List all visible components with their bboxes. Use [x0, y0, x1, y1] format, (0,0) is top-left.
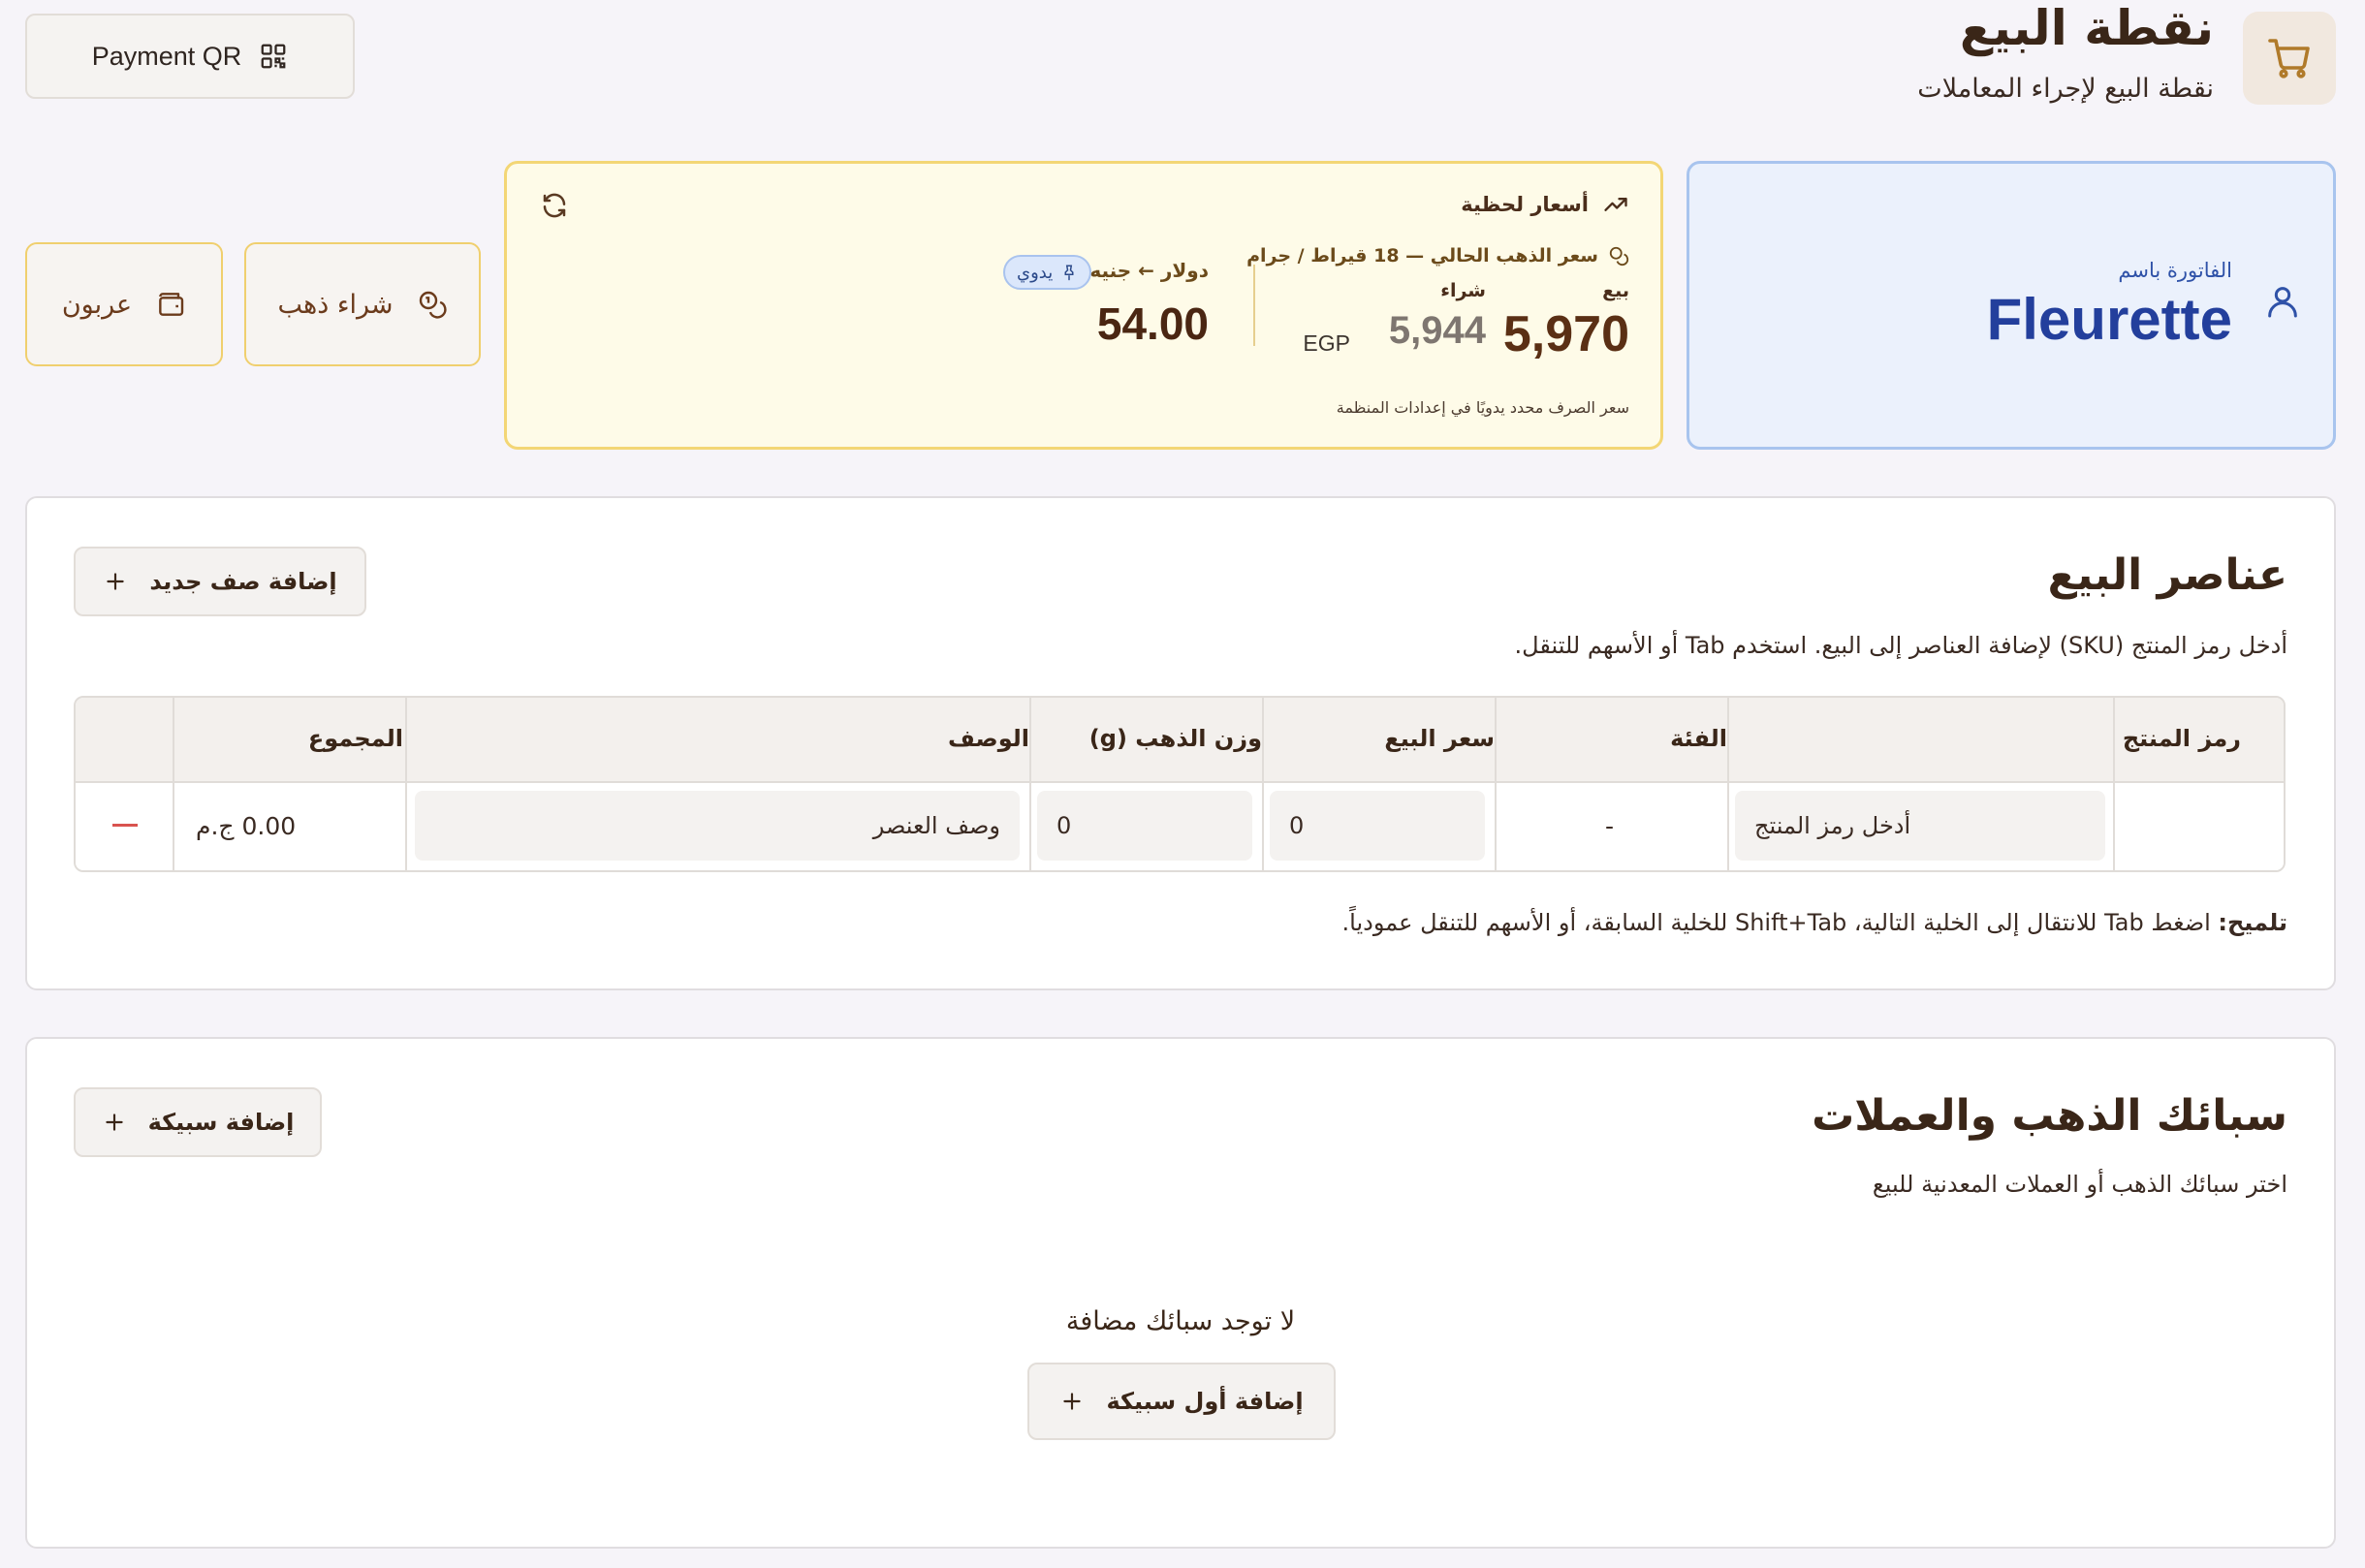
usd-egp-label: دولار ← جنيه [1089, 259, 1209, 282]
description-placeholder: وصف العنصر [872, 812, 1000, 839]
manual-rate-badge: يدوي [1003, 255, 1092, 290]
column-header-weight: وزن الذهب (g) [1088, 725, 1262, 752]
sku-input[interactable]: أدخل رمز المنتج [1735, 791, 2105, 861]
column-header-sku: رمز المنتج [2122, 725, 2241, 752]
add-row-label: إضافة صف جديد [149, 568, 337, 595]
user-icon [2263, 280, 2302, 323]
live-prices-title: أسعار لحظية [1461, 191, 1629, 218]
price-value: 0 [1289, 812, 1305, 839]
sell-price-value: 5,970 [1502, 306, 1629, 362]
live-prices-card: أسعار لحظية سعر الذهب الحالي — 18 قيراط … [504, 161, 1663, 450]
pin-icon [1060, 264, 1078, 281]
price-input[interactable]: 0 [1270, 791, 1485, 861]
usd-rate-value: 54.00 [1096, 298, 1209, 349]
invoice-to-label: الفاتورة باسم [2118, 259, 2232, 282]
add-first-bar-label: إضافة أول سبيكة [1106, 1388, 1304, 1415]
sell-label: بيع [1602, 280, 1629, 301]
empty-bars-message: لا توجد سبائك مضافة [1065, 1306, 1296, 1336]
gold-bars-description: اختر سبائك الذهب أو العملات المعدنية للب… [1872, 1171, 2287, 1198]
column-header-price: سعر البيع [1384, 725, 1495, 752]
plus-icon [103, 569, 128, 594]
rate-note: سعر الصرف محدد يدويًا في إعدادات المنظمة [1336, 398, 1629, 417]
keyboard-hint: تلميح: اضغط Tab للانتقال إلى الخلية التا… [1342, 909, 2287, 936]
manual-badge-label: يدوي [1017, 262, 1054, 283]
column-header-category: الفئة [1670, 725, 1727, 752]
qr-code-icon [259, 42, 288, 71]
buy-label: شراء [1440, 280, 1486, 301]
gold-bars-panel: سبائك الذهب والعملات اختر سبائك الذهب أو… [25, 1037, 2336, 1549]
plus-icon [1059, 1389, 1085, 1414]
weight-value: 0 [1056, 812, 1072, 839]
gold-price-heading: سعر الذهب الحالي — 18 قيراط / جرام [1246, 245, 1629, 267]
deposit-button[interactable]: عربون [25, 242, 223, 366]
trending-up-icon [1602, 191, 1629, 218]
weight-input[interactable]: 0 [1037, 791, 1252, 861]
column-divider [1727, 698, 1729, 870]
wallet-icon [155, 289, 186, 320]
remove-row-button[interactable] [112, 824, 138, 827]
add-bar-button[interactable]: إضافة سبيكة [74, 1087, 322, 1157]
currency-label: EGP [1303, 330, 1350, 356]
column-divider [173, 698, 174, 870]
sale-items-title: عناصر البيع [2047, 550, 2287, 600]
deposit-label: عربون [61, 289, 133, 320]
row-total: 0.00 ج.م [196, 812, 297, 840]
coins-icon [417, 289, 448, 320]
hint-text: اضغط Tab للانتقال إلى الخلية التالية، Sh… [1341, 909, 2219, 936]
cart-icon [2243, 12, 2336, 105]
coins-icon [1608, 245, 1629, 267]
prices-divider [1253, 265, 1255, 346]
sale-items-panel: عناصر البيع أدخل رمز المنتج (SKU) لإضافة… [25, 496, 2336, 990]
column-divider [1029, 698, 1031, 870]
customer-name: Fleurette [1986, 287, 2232, 352]
description-input[interactable]: وصف العنصر [415, 791, 1020, 861]
invoice-customer-card[interactable]: الفاتورة باسم Fleurette [1687, 161, 2336, 450]
category-value: - [1605, 812, 1615, 840]
column-header-total: المجموع [307, 725, 403, 752]
column-divider [1495, 698, 1497, 870]
refresh-icon[interactable] [540, 191, 569, 220]
sale-items-table: رمز المنتج الفئة سعر البيع وزن الذهب (g)… [74, 696, 2286, 872]
buy-price-value: 5,944 [1388, 309, 1486, 352]
sku-placeholder: أدخل رمز المنتج [1754, 812, 1911, 839]
live-prices-label: أسعار لحظية [1461, 193, 1589, 216]
column-divider [1262, 698, 1264, 870]
gold-bars-title: سبائك الذهب والعملات [1812, 1091, 2287, 1141]
column-header-description: الوصف [947, 725, 1029, 752]
page-subtitle: نقطة البيع لإجراء المعاملات [1917, 74, 2214, 104]
add-bar-label: إضافة سبيكة [147, 1109, 295, 1136]
add-first-bar-button[interactable]: إضافة أول سبيكة [1027, 1363, 1336, 1440]
page-title: نقطة البيع [1959, 0, 2214, 56]
buy-gold-label: شراء ذهب [277, 289, 394, 320]
gold-price-label: سعر الذهب الحالي — 18 قيراط / جرام [1246, 245, 1598, 267]
payment-qr-button[interactable]: Payment QR [25, 14, 355, 99]
sale-items-description: أدخل رمز المنتج (SKU) لإضافة العناصر إلى… [1514, 632, 2287, 659]
add-row-button[interactable]: إضافة صف جديد [74, 547, 366, 616]
column-divider [405, 698, 407, 870]
hint-bold: تلميح: [2218, 909, 2287, 936]
payment-qr-label: Payment QR [91, 41, 242, 71]
column-divider [2113, 698, 2115, 870]
buy-gold-button[interactable]: شراء ذهب [244, 242, 481, 366]
plus-icon [102, 1110, 127, 1135]
